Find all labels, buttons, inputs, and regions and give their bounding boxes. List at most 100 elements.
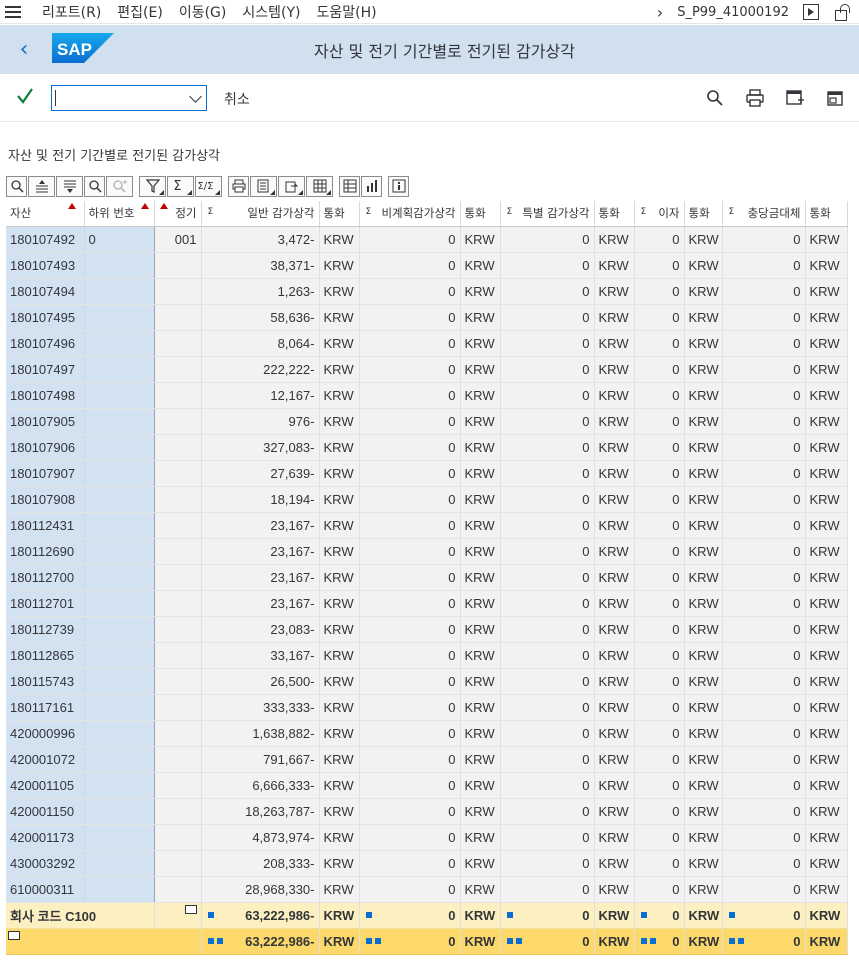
special-depreciation-cell[interactable]: 0 xyxy=(500,564,595,591)
table-row[interactable]: 180112739 23,083- KRW 0 KRW 0 KRW 0 KRW 0 KRW xyxy=(6,616,848,643)
period-cell[interactable] xyxy=(154,512,202,539)
currency-cell[interactable]: KRW xyxy=(319,486,360,513)
currency-cell[interactable]: KRW xyxy=(460,668,501,695)
subnumber-cell[interactable] xyxy=(84,694,155,721)
unplanned-depreciation-cell[interactable]: 0 xyxy=(359,538,461,565)
interest-cell[interactable]: 0 xyxy=(634,356,685,383)
subnumber-cell[interactable] xyxy=(84,408,155,435)
currency-cell[interactable]: KRW xyxy=(805,616,848,643)
ordinary-depreciation-cell[interactable]: 4,873,974- xyxy=(201,824,320,851)
table-row[interactable]: 420001105 6,666,333- KRW 0 KRW 0 KRW 0 KRW 0 KRW xyxy=(6,772,848,799)
checkmark-icon[interactable] xyxy=(16,86,34,106)
currency-cell[interactable]: KRW xyxy=(805,564,848,591)
currency-cell[interactable]: KRW xyxy=(805,668,848,695)
currency-cell[interactable]: KRW xyxy=(594,252,635,279)
special-depreciation-cell[interactable]: 0 xyxy=(500,590,595,617)
currency-cell[interactable]: KRW xyxy=(460,330,501,357)
ordinary-depreciation-cell[interactable]: 6,666,333- xyxy=(201,772,320,799)
interest-cell[interactable]: 0 xyxy=(634,720,685,747)
ordinary-depreciation-cell[interactable]: 327,083- xyxy=(201,434,320,461)
reserve-transfer-cell[interactable]: 0 xyxy=(722,226,806,253)
reserve-transfer-cell[interactable]: 0 xyxy=(722,252,806,279)
ordinary-depreciation-cell[interactable]: 18,194- xyxy=(201,486,320,513)
currency-cell[interactable]: KRW xyxy=(684,252,723,279)
asset-cell[interactable]: 180107493 xyxy=(6,252,85,279)
period-cell[interactable] xyxy=(154,460,202,487)
print-icon[interactable] xyxy=(745,88,765,108)
currency-cell[interactable]: KRW xyxy=(594,798,635,825)
subnumber-cell[interactable] xyxy=(84,564,155,591)
table-row[interactable]: 180107498 12,167- KRW 0 KRW 0 KRW 0 KRW 0 KRW xyxy=(6,382,848,409)
subnumber-cell[interactable] xyxy=(84,746,155,773)
special-depreciation-cell[interactable]: 0 xyxy=(500,382,595,409)
reserve-transfer-cell[interactable]: 0 xyxy=(722,538,806,565)
currency-cell[interactable]: KRW xyxy=(594,824,635,851)
subnumber-cell[interactable] xyxy=(84,824,155,851)
table-row[interactable]: 180107907 27,639- KRW 0 KRW 0 KRW 0 KRW 0 KRW xyxy=(6,460,848,487)
currency-cell[interactable]: KRW xyxy=(805,486,848,513)
currency-cell[interactable]: KRW xyxy=(684,642,723,669)
interest-cell[interactable]: 0 xyxy=(634,382,685,409)
currency-cell[interactable]: KRW xyxy=(684,772,723,799)
asset-cell[interactable]: 180112431 xyxy=(6,512,85,539)
currency-cell[interactable]: KRW xyxy=(460,382,501,409)
special-depreciation-cell[interactable]: 0 xyxy=(500,278,595,305)
period-cell[interactable] xyxy=(154,746,202,773)
currency-cell[interactable]: KRW xyxy=(684,460,723,487)
unlock-icon[interactable] xyxy=(833,4,851,21)
table-row[interactable]: 180112690 23,167- KRW 0 KRW 0 KRW 0 KRW 0 KRW xyxy=(6,538,848,565)
interest-cell[interactable]: 0 xyxy=(634,434,685,461)
unplanned-depreciation-cell[interactable]: 0 xyxy=(359,720,461,747)
period-cell[interactable] xyxy=(154,356,202,383)
special-depreciation-cell[interactable]: 0 xyxy=(500,512,595,539)
ordinary-depreciation-cell[interactable]: 3,472- xyxy=(201,226,320,253)
currency-cell[interactable]: KRW xyxy=(805,642,848,669)
currency-cell[interactable]: KRW xyxy=(594,746,635,773)
period-cell[interactable] xyxy=(154,668,202,695)
ordinary-depreciation-cell[interactable]: 12,167- xyxy=(201,382,320,409)
interest-cell[interactable]: 0 xyxy=(634,278,685,305)
ordinary-depreciation-cell[interactable]: 23,167- xyxy=(201,512,320,539)
currency-cell[interactable]: KRW xyxy=(805,772,848,799)
subnumber-cell[interactable] xyxy=(84,434,155,461)
menu-report[interactable]: 리포트(R) xyxy=(42,2,101,22)
col-header-ordinary-depreciation[interactable]: Σ 일반 감가상각 xyxy=(201,201,320,227)
currency-cell[interactable]: KRW xyxy=(684,850,723,877)
currency-cell[interactable]: KRW xyxy=(684,434,723,461)
unplanned-depreciation-cell[interactable]: 0 xyxy=(359,330,461,357)
ordinary-depreciation-cell[interactable]: 18,263,787- xyxy=(201,798,320,825)
reserve-transfer-cell[interactable]: 0 xyxy=(722,850,806,877)
asset-cell[interactable]: 180112739 xyxy=(6,616,85,643)
subtotal-icon[interactable]: Σ/Σ xyxy=(195,175,222,197)
currency-cell[interactable]: KRW xyxy=(319,356,360,383)
unplanned-depreciation-cell[interactable]: 0 xyxy=(359,590,461,617)
reserve-transfer-cell[interactable]: 0 xyxy=(722,512,806,539)
menu-help[interactable]: 도움말(H) xyxy=(317,2,377,22)
currency-cell[interactable]: KRW xyxy=(684,720,723,747)
unplanned-depreciation-cell[interactable]: 0 xyxy=(359,252,461,279)
special-depreciation-cell[interactable]: 0 xyxy=(500,226,595,253)
period-cell[interactable] xyxy=(154,304,202,331)
subnumber-cell[interactable] xyxy=(84,538,155,565)
currency-cell[interactable]: KRW xyxy=(460,616,501,643)
currency-cell[interactable]: KRW xyxy=(319,720,360,747)
col-header-currency-1[interactable]: 통화 xyxy=(319,201,360,227)
unplanned-depreciation-cell[interactable]: 0 xyxy=(359,460,461,487)
asset-cell[interactable]: 420001150 xyxy=(6,798,85,825)
interest-cell[interactable]: 0 xyxy=(634,668,685,695)
asset-cell[interactable]: 180107494 xyxy=(6,278,85,305)
currency-cell[interactable]: KRW xyxy=(684,616,723,643)
reserve-transfer-cell[interactable]: 0 xyxy=(722,564,806,591)
grid-icon[interactable] xyxy=(339,175,360,197)
currency-cell[interactable]: KRW xyxy=(805,720,848,747)
ordinary-depreciation-cell[interactable]: 28,968,330- xyxy=(201,876,320,903)
ordinary-depreciation-cell[interactable]: 222,222- xyxy=(201,356,320,383)
currency-cell[interactable]: KRW xyxy=(805,798,848,825)
asset-cell[interactable]: 420001173 xyxy=(6,824,85,851)
interest-cell[interactable]: 0 xyxy=(634,746,685,773)
table-row[interactable]: 180112701 23,167- KRW 0 KRW 0 KRW 0 KRW 0 KRW xyxy=(6,590,848,617)
currency-cell[interactable]: KRW xyxy=(594,668,635,695)
interest-cell[interactable]: 0 xyxy=(634,616,685,643)
currency-cell[interactable]: KRW xyxy=(684,408,723,435)
interest-cell[interactable]: 0 xyxy=(634,226,685,253)
